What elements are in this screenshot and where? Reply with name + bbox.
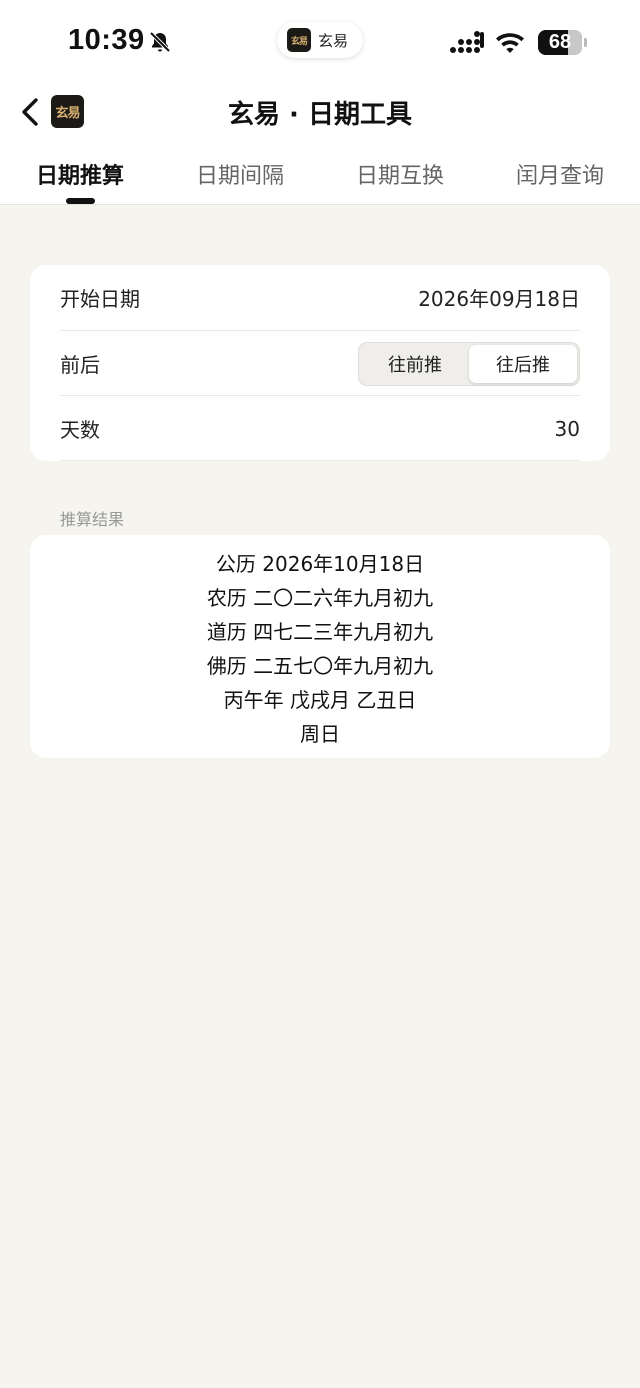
direction-backward-option[interactable]: 往前推: [361, 345, 469, 383]
battery-indicator: 68: [538, 30, 582, 55]
result-lunar: 农历 二〇二六年九月初九: [206, 586, 434, 610]
tab-leap-month-query[interactable]: 闰月查询: [480, 158, 640, 204]
page-title: 玄易 · 日期工具: [228, 100, 412, 130]
direction-label: 前后: [60, 353, 100, 377]
date-form-card: 开始日期 2026年09月18日 前后 往前推 往后推 天数 30: [30, 265, 610, 461]
result-weekday: 周日: [300, 722, 340, 746]
result-section-label: 推算结果: [60, 510, 125, 529]
days-row[interactable]: 天数 30: [60, 396, 580, 461]
direction-row: 前后 往前推 往后推: [60, 331, 580, 396]
days-value[interactable]: 30: [555, 417, 580, 441]
start-date-value[interactable]: 2026年09月18日: [418, 283, 580, 312]
result-gregorian: 公历 2026年10月18日: [215, 552, 425, 576]
days-label: 天数: [60, 418, 100, 442]
result-taoist: 道历 四七二三年九月初九: [206, 620, 434, 644]
tab-date-conversion[interactable]: 日期互换: [320, 158, 480, 204]
bell-muted-icon: [149, 31, 171, 53]
direction-segmented-control: 往前推 往后推: [358, 341, 580, 386]
start-date-row[interactable]: 开始日期 2026年09月18日: [60, 265, 580, 330]
active-tab-indicator: [66, 198, 95, 204]
island-app-label: 玄易: [318, 31, 349, 50]
result-lines: 公历 2026年10月18日 农历 二〇二六年九月初九 道历 四七二三年九月初九…: [30, 547, 610, 751]
result-ganzhi: 丙午年 戊戌月 乙丑日: [223, 688, 417, 712]
battery-percent: 68: [548, 31, 572, 53]
tab-bar: 日期推算 日期间隔 日期互换 闰月查询: [0, 158, 640, 204]
tab-date-interval[interactable]: 日期间隔: [160, 158, 320, 204]
result-card: 公历 2026年10月18日 农历 二〇二六年九月初九 道历 四七二三年九月初九…: [30, 535, 610, 758]
status-time: 10:39: [68, 24, 145, 56]
island-app-logo: 玄易: [287, 28, 311, 52]
start-date-label: 开始日期: [60, 287, 140, 311]
result-buddhist: 佛历 二五七〇年九月初九: [206, 654, 434, 678]
direction-forward-option[interactable]: 往后推: [469, 344, 577, 383]
dynamic-island-app[interactable]: 玄易 玄易: [277, 22, 363, 58]
cellular-signal-icon: [450, 31, 484, 53]
row-divider: [60, 460, 580, 461]
battery-tip: [584, 38, 587, 47]
wifi-icon: [496, 33, 524, 53]
